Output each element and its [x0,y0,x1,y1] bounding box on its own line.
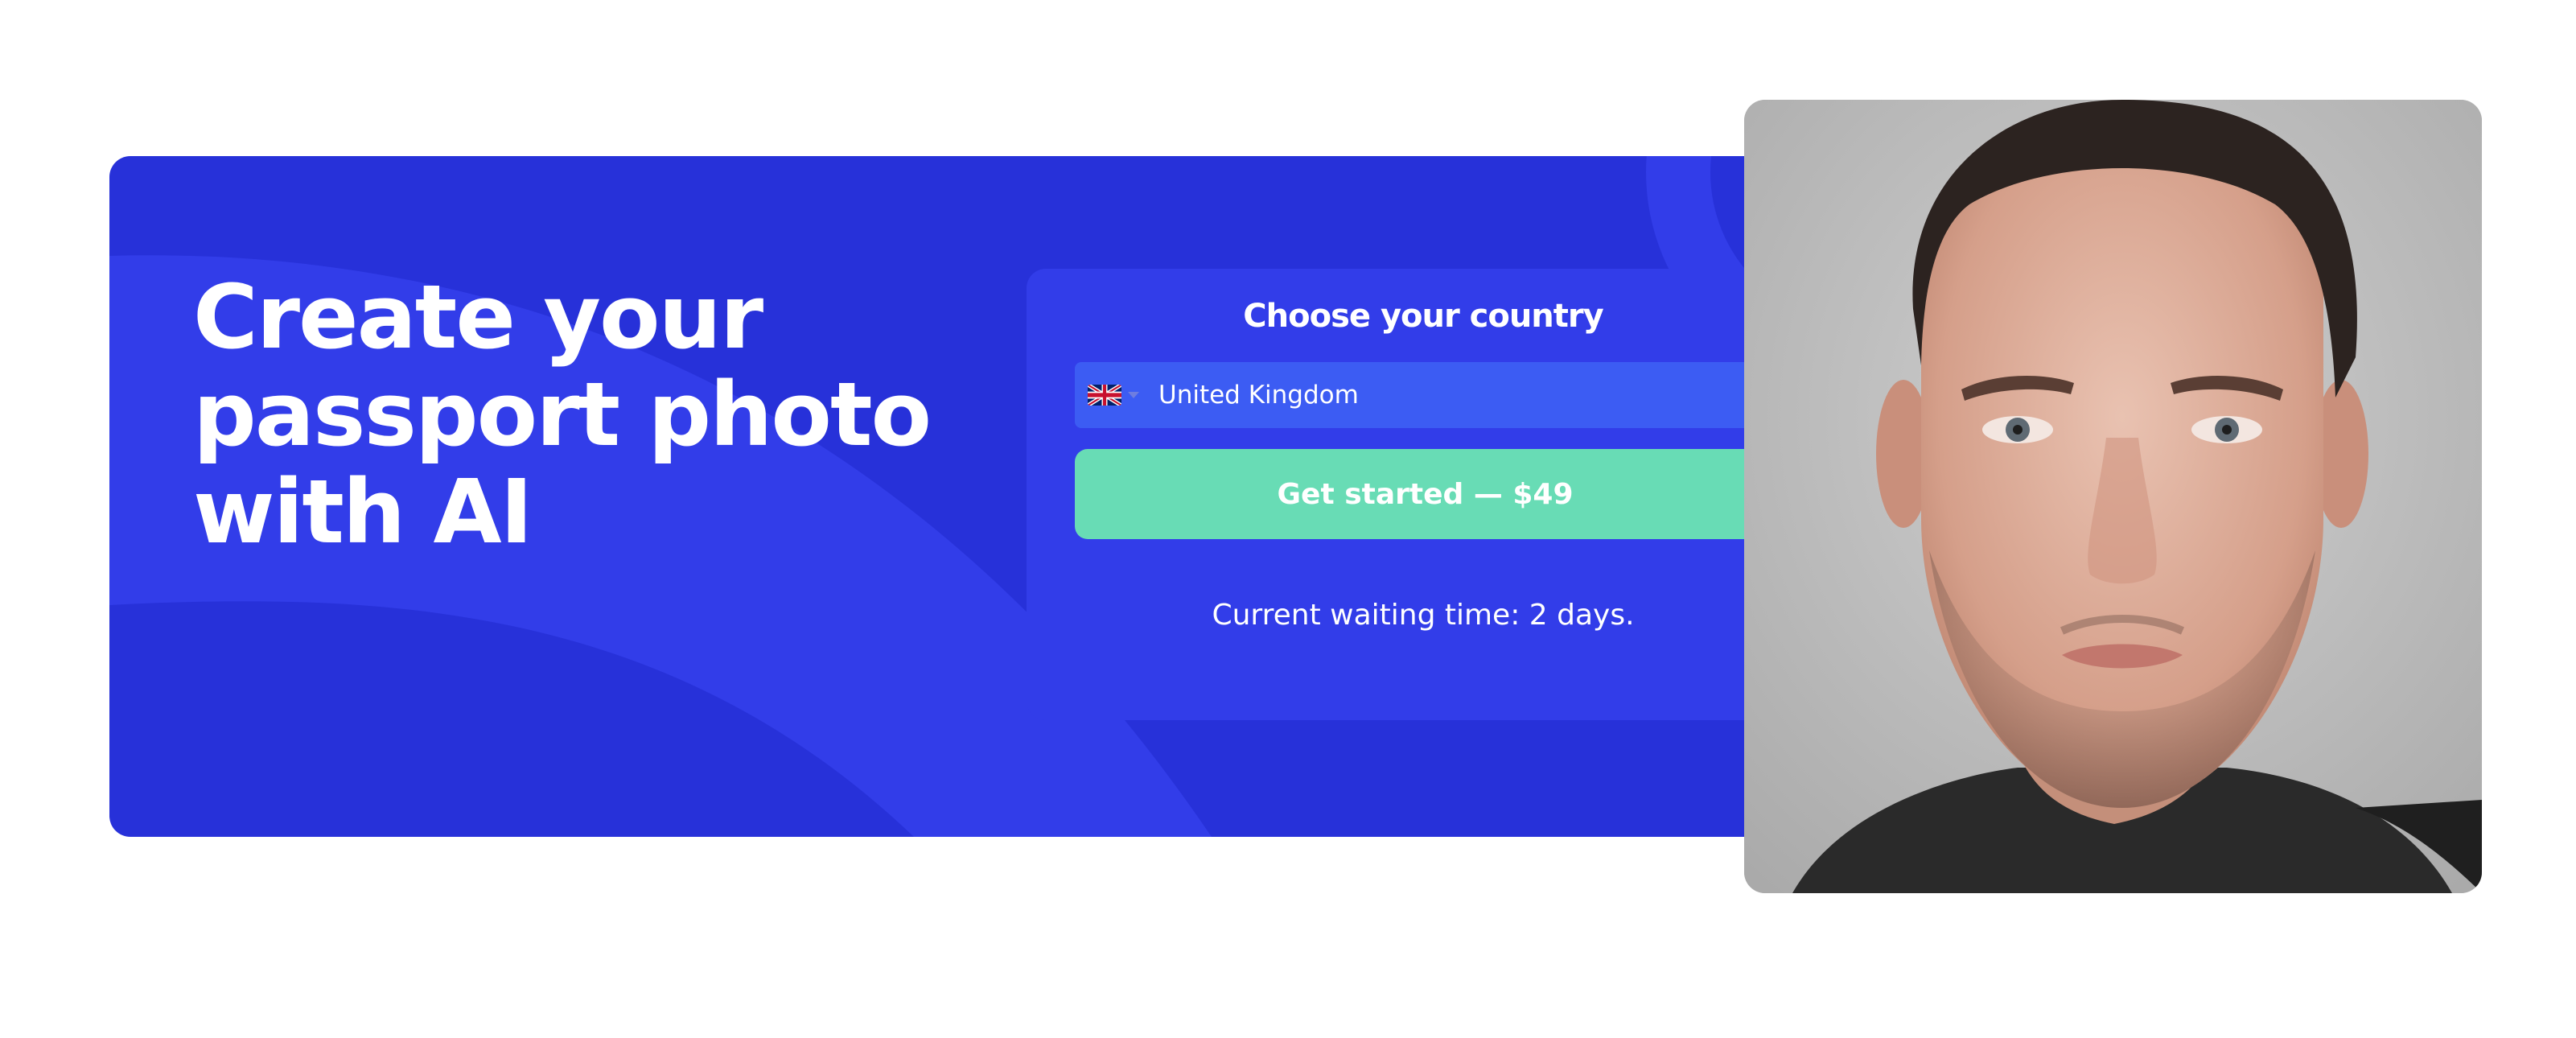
headline-line-2: passport photo [193,363,932,466]
page: Create your passport photo with AI Choos… [0,0,2576,1038]
portrait-image [1744,100,2482,893]
hero-card: Create your passport photo with AI Choos… [109,156,1907,837]
waiting-time-text: Current waiting time: 2 days. [1212,599,1635,632]
uk-flag-icon [1088,385,1121,406]
headline-line-1: Create your [193,266,763,369]
selected-country-label: United Kingdom [1158,381,1359,410]
country-select[interactable]: United Kingdom [1075,362,1776,428]
chevron-down-icon [1128,392,1139,398]
country-chooser-panel: Choose your country United Kingdom Get s… [1027,269,1820,720]
headline-line-3: with AI [193,460,533,563]
page-title: Create your passport photo with AI [193,269,998,561]
panel-title: Choose your country [1243,298,1603,335]
passport-photo-example [1744,100,2482,893]
get-started-button[interactable]: Get started — $49 [1075,449,1776,539]
